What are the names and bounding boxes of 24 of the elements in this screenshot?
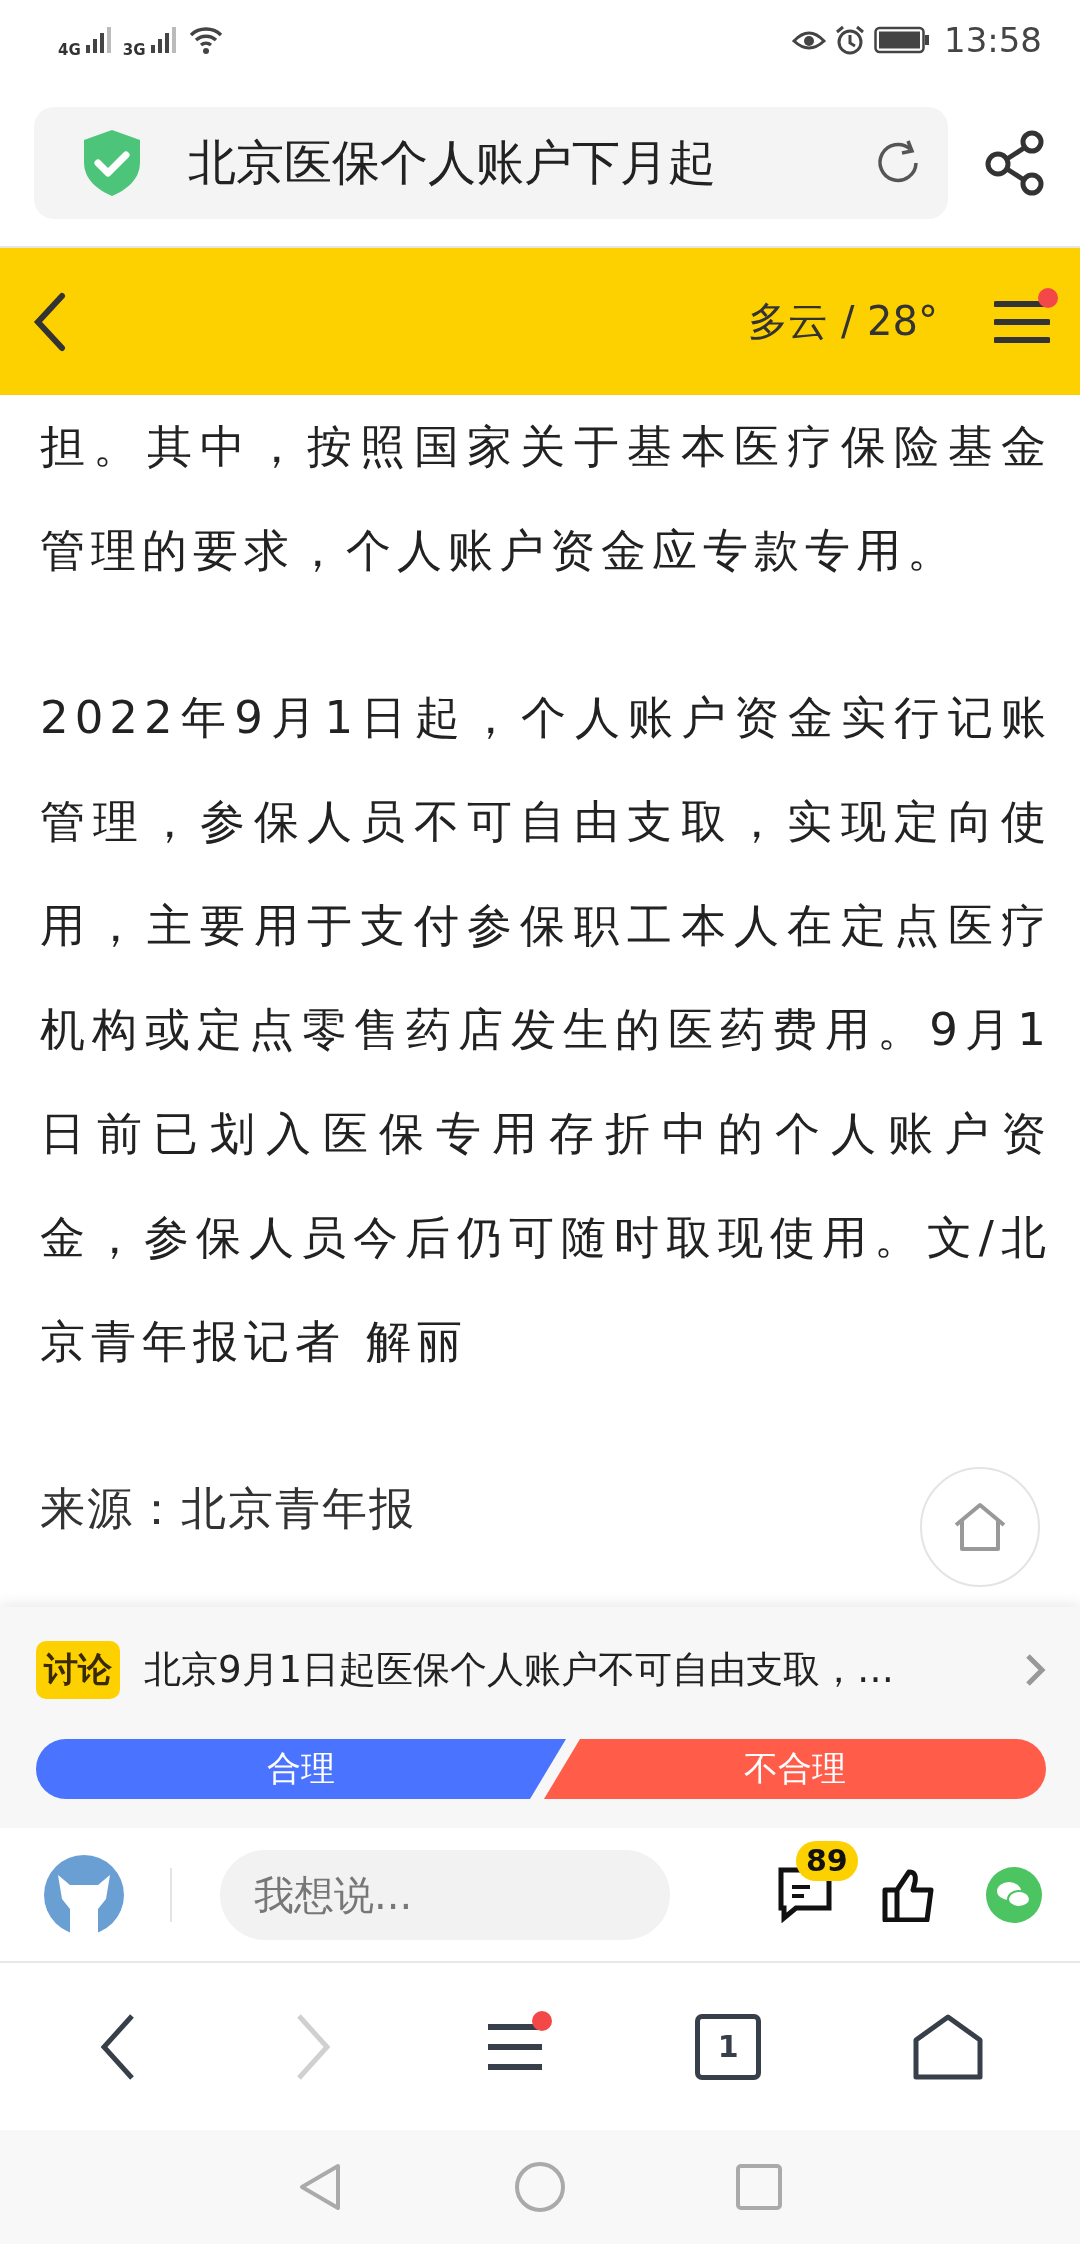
page-title: 北京医保个人账户下月起 [188, 133, 717, 192]
home-icon[interactable] [912, 2013, 985, 2080]
alarm-icon [834, 24, 866, 56]
agree-button[interactable]: 合理 [36, 1739, 566, 1799]
article-paragraph: 2022年9月1日起，个人账户资金实行记账管理，参保人员不可自由支取，实现定向使用，主要用于支付参保职工本人在定点医疗机构或定点零售药店发生的医药费用。9月1日前已划入医保专用存折中的个人账户资金，参保人员今后仍可随时取现使用。文/北京青年报记者 解丽 [40, 690, 1052, 1370]
thumbs-up-icon[interactable] [882, 1867, 936, 1922]
tabs-button[interactable]: 1 [695, 2013, 762, 2080]
avatar[interactable] [44, 1854, 124, 1935]
article-paragraph: 担。其中，按照国家关于基本医疗保险基金管理的要求，个人账户资金应专款专用。 [40, 419, 1052, 579]
discussion-tag: 讨论 [36, 1641, 120, 1699]
network-type: 4G [58, 41, 81, 59]
address-bar[interactable]: 北京医保个人账户下月起 [34, 107, 948, 219]
comment-field[interactable]: 我想说... [220, 1849, 670, 1940]
source-text: 来源：北京青年报 [40, 1481, 416, 1537]
home-icon [952, 1501, 1008, 1553]
wifi-icon [187, 25, 224, 55]
discussion-title[interactable]: 北京9月1日起医保个人账户不可自由支取，… [144, 1645, 1000, 1695]
weather-text: 多云 / 28° [748, 297, 938, 346]
share-icon[interactable] [984, 130, 1046, 196]
network-type: 3G [122, 41, 146, 59]
comment-count: 89 [796, 1840, 858, 1881]
battery-icon [874, 26, 930, 54]
clock-time: 13:58 [944, 20, 1042, 60]
chevron-right-icon[interactable] [1024, 1652, 1046, 1688]
